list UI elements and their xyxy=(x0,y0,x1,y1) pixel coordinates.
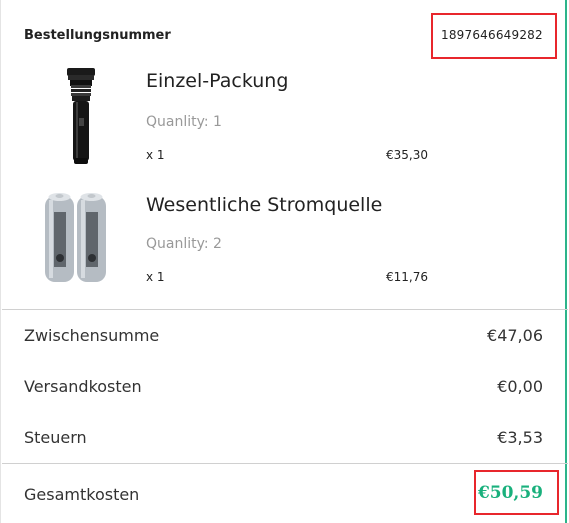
product-quantity: Quanlity: 1 xyxy=(146,114,222,130)
product-multiplier: x 1 xyxy=(146,148,165,162)
tax-value: €3,53 xyxy=(497,428,543,447)
flashlight-image xyxy=(56,66,106,166)
order-number-value: 1897646649282 xyxy=(441,28,543,42)
product-title: Wesentliche Stromquelle xyxy=(146,194,383,216)
product-price: €11,76 xyxy=(386,270,428,284)
divider xyxy=(2,463,568,464)
tax-label: Steuern xyxy=(24,428,87,447)
shipping-value: €0,00 xyxy=(497,377,543,396)
product-quantity: Quanlity: 2 xyxy=(146,236,222,252)
divider xyxy=(2,309,568,310)
product-multiplier: x 1 xyxy=(146,270,165,284)
battery-image xyxy=(41,190,111,285)
product-price: €35,30 xyxy=(386,148,428,162)
total-value: €50,59 xyxy=(477,483,543,503)
shipping-label: Versandkosten xyxy=(24,377,142,396)
order-summary-panel: Bestellungsnummer 1897646649282 Einzel-P… xyxy=(0,0,568,523)
subtotal-value: €47,06 xyxy=(487,326,543,345)
order-number-label: Bestellungsnummer xyxy=(24,28,171,43)
subtotal-label: Zwischensumme xyxy=(24,326,160,345)
total-label: Gesamtkosten xyxy=(24,485,140,504)
product-title: Einzel-Packung xyxy=(146,70,289,92)
